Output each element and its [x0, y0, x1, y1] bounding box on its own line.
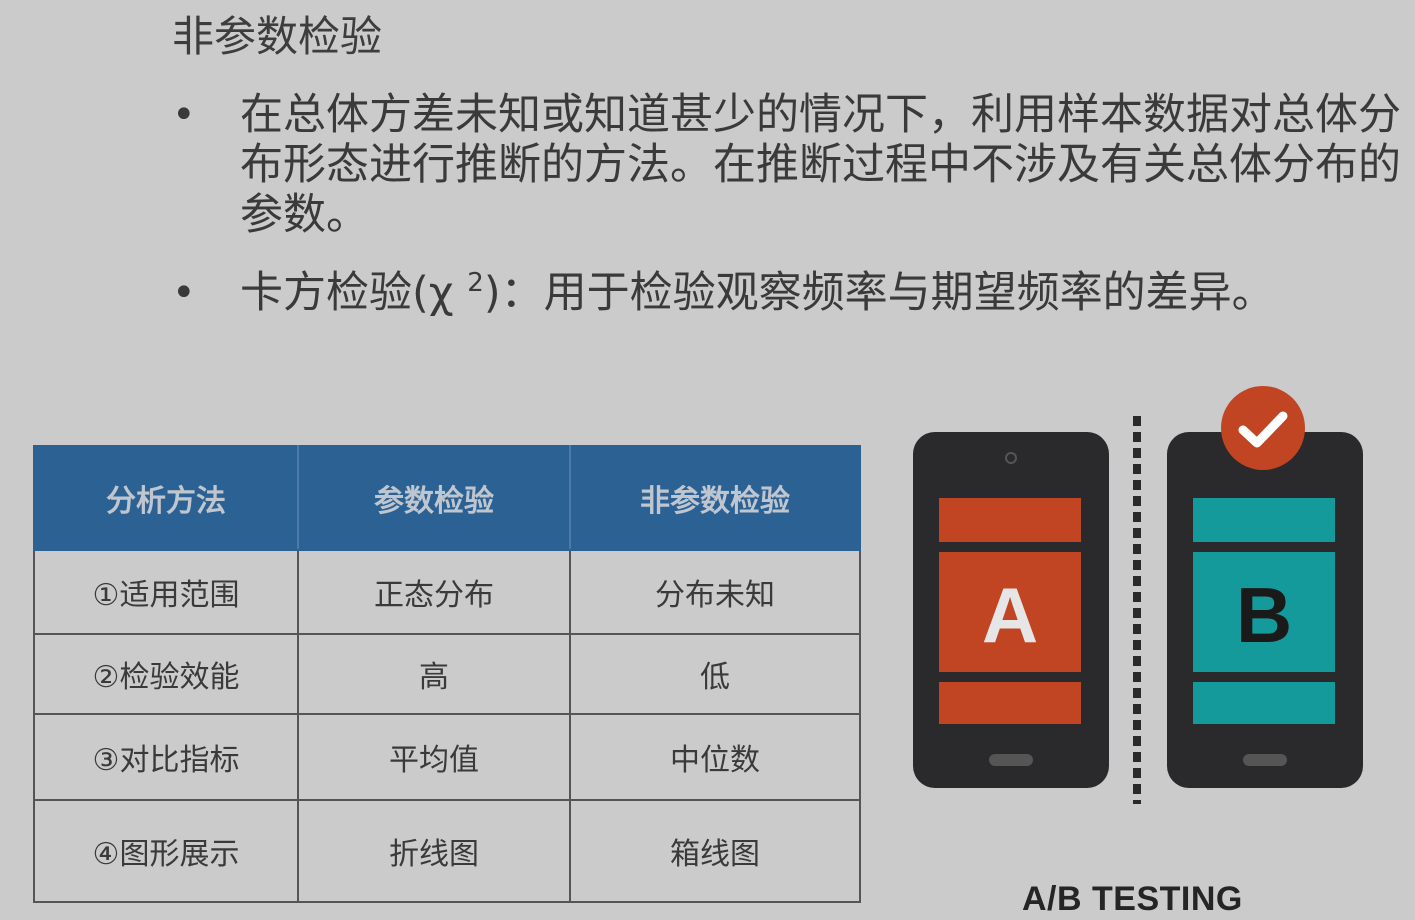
bullet-text-definition: 在总体方差未知或知道甚少的情况下，利用样本数据对总体分布形态进行推断的方法。在推… — [240, 90, 1401, 240]
header-parametric: 参数检验 — [297, 445, 571, 551]
table-cell: 平均值 — [297, 713, 571, 801]
table-cell: 中位数 — [569, 713, 861, 801]
table-cell: ①适用范围 — [33, 549, 299, 635]
table-cell: ②检验效能 — [33, 633, 299, 715]
table-cell: ④图形展示 — [33, 799, 299, 903]
checkmark-icon — [1221, 386, 1305, 470]
table-row: ②检验效能 高 低 — [33, 633, 861, 715]
bullet-marker: • — [172, 92, 196, 138]
table-cell: 高 — [297, 633, 571, 715]
phone-b-icon: B — [1167, 432, 1363, 788]
variant-a-letter: A — [982, 571, 1038, 659]
table-cell: 低 — [569, 633, 861, 715]
table-row: ③对比指标 平均值 中位数 — [33, 713, 861, 801]
table-cell: ③对比指标 — [33, 713, 299, 801]
bullet-marker: • — [172, 270, 196, 316]
table-row: ④图形展示 折线图 箱线图 — [33, 799, 861, 903]
comparison-table: 分析方法 参数检验 非参数检验 ①适用范围 正态分布 分布未知 ②检验效能 高 … — [33, 445, 861, 903]
phone-a-icon: A — [913, 432, 1109, 788]
bullet-text-chi-square: 卡方检验(χ 2)：用于检验观察频率与期望频率的差异。 — [240, 265, 1275, 321]
table-cell: 正态分布 — [297, 549, 571, 635]
page-title: 非参数检验 — [172, 12, 383, 61]
variant-b-letter: B — [1236, 571, 1292, 659]
table-header-row: 分析方法 参数检验 非参数检验 — [33, 445, 861, 551]
table-cell: 分布未知 — [569, 549, 861, 635]
ab-testing-label: A/B TESTING — [1022, 880, 1243, 918]
table-row: ①适用范围 正态分布 分布未知 — [33, 549, 861, 635]
header-nonparametric: 非参数检验 — [569, 445, 861, 551]
bullet-item-definition: • 在总体方差未知或知道甚少的情况下，利用样本数据对总体分布形态进行推断的方法。… — [172, 90, 1407, 240]
table-cell: 箱线图 — [569, 799, 861, 903]
ab-testing-illustration: A B — [913, 386, 1363, 804]
chi-square-prefix: 卡方检验(χ — [240, 268, 468, 318]
table-cell: 折线图 — [297, 799, 571, 903]
chi-square-suffix: )：用于检验观察频率与期望频率的差异。 — [483, 268, 1275, 318]
chi-square-superscript: 2 — [467, 268, 484, 298]
header-method: 分析方法 — [33, 445, 299, 551]
bullet-item-chi-square: • 卡方检验(χ 2)：用于检验观察频率与期望频率的差异。 — [172, 265, 1407, 321]
